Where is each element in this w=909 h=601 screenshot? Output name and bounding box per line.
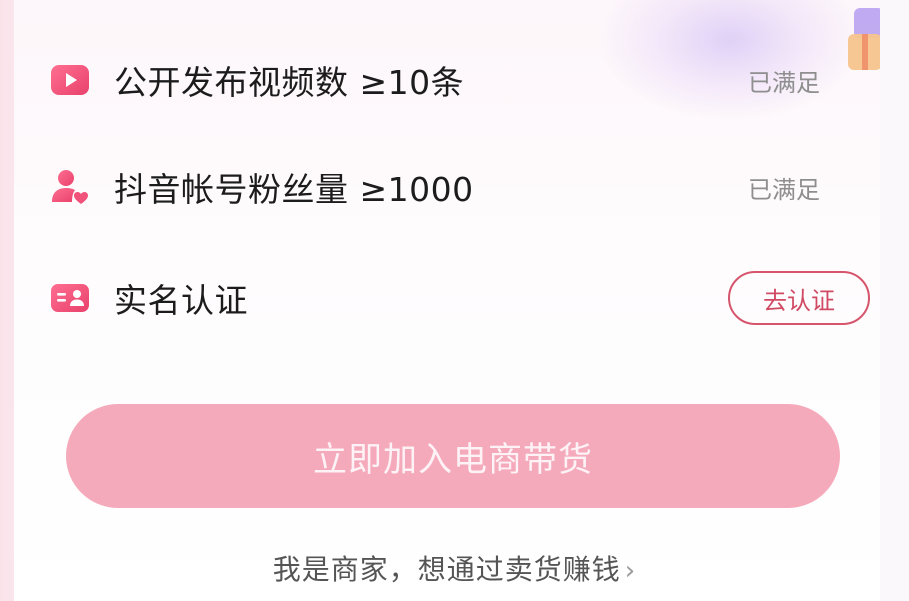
status-text: 已满足: [748, 68, 820, 97]
id-card-icon: [50, 278, 90, 318]
requirement-label: 公开发布视频数 ≥10条: [114, 63, 465, 102]
join-ecommerce-button[interactable]: 立即加入电商带货: [66, 404, 840, 508]
requirement-row-followers: 抖音帐号粉丝量 ≥1000 已满足: [50, 157, 870, 217]
requirement-label: 抖音帐号粉丝量 ≥1000: [114, 170, 474, 209]
requirement-label: 实名认证: [114, 281, 248, 320]
merchant-link-label: 我是商家，想通过卖货赚钱: [272, 553, 621, 586]
merchant-link[interactable]: 我是商家，想通过卖货赚钱 ›: [0, 548, 909, 588]
requirement-row-videos: 公开发布视频数 ≥10条 已满足: [50, 50, 870, 110]
status-text: 已满足: [748, 175, 820, 204]
followers-icon: [50, 167, 90, 207]
video-icon: [50, 60, 90, 100]
requirement-row-real-name: 实名认证 去认证: [50, 268, 870, 328]
verify-button[interactable]: 去认证: [728, 271, 870, 325]
chevron-right-icon: ›: [624, 556, 637, 586]
